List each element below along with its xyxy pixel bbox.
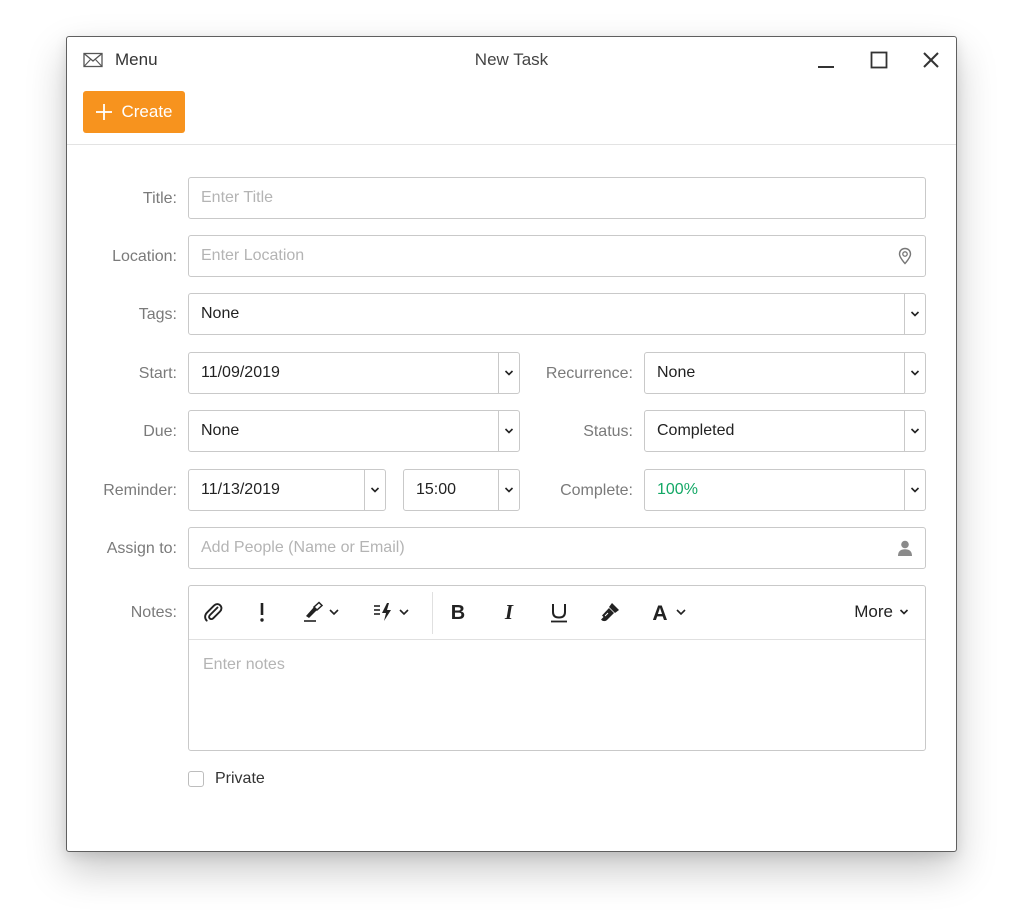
due-value: None (201, 422, 240, 439)
assign-field-box (188, 527, 926, 569)
title-bar: Menu New Task (67, 37, 956, 83)
tags-select[interactable]: None (188, 293, 926, 335)
svg-text:A: A (652, 602, 667, 623)
private-checkbox-row[interactable]: Private (188, 769, 265, 789)
new-task-window: Menu New Task Create Title: Location: Ta… (66, 36, 957, 852)
bold-button[interactable]: B (446, 598, 470, 626)
location-field-box (188, 235, 926, 277)
underline-icon (551, 604, 567, 623)
recurrence-value: None (657, 364, 696, 381)
notes-editor: B I A More Enter notes (188, 585, 926, 751)
status-value: Completed (657, 422, 735, 439)
tags-value: None (201, 305, 240, 322)
recurrence-label: Recurrence: (545, 365, 633, 382)
tags-label: Tags: (138, 306, 177, 323)
chevron-down-icon (899, 609, 909, 615)
close-icon (923, 52, 939, 68)
reminder-date-select[interactable]: 11/13/2019 (188, 469, 386, 511)
recurrence-dropdown-toggle[interactable] (904, 353, 925, 393)
maximize-icon (870, 51, 888, 69)
location-label: Location: (112, 248, 177, 265)
create-button[interactable]: Create (83, 91, 185, 133)
chevron-down-icon (910, 311, 920, 317)
complete-value: 100% (657, 481, 698, 498)
plus-icon (96, 104, 113, 120)
title-input[interactable] (201, 178, 889, 218)
paintbrush-icon (601, 603, 619, 622)
more-button[interactable]: More (854, 599, 909, 625)
chevron-down-icon (370, 487, 380, 493)
italic-icon: I (504, 601, 514, 623)
start-label: Start: (138, 365, 177, 382)
title-label: Title: (142, 190, 177, 207)
exclamation-icon (260, 603, 264, 622)
maximize-button[interactable] (866, 47, 892, 73)
clear-format-button[interactable] (597, 598, 623, 626)
reminder-label: Reminder: (103, 482, 177, 499)
status-select[interactable]: Completed (644, 410, 926, 452)
start-date-select[interactable]: 11/09/2019 (188, 352, 520, 394)
highlight-button[interactable] (302, 598, 344, 626)
italic-button[interactable]: I (497, 598, 521, 626)
bolt-list-icon (374, 603, 409, 621)
start-date-value: 11/09/2019 (201, 364, 280, 381)
reminder-time-value: 15:00 (416, 481, 457, 498)
complete-select[interactable]: 100% (644, 469, 926, 511)
chevron-down-icon (910, 487, 920, 493)
reminder-date-dropdown-toggle[interactable] (364, 470, 385, 510)
toolbar-separator (432, 592, 433, 634)
complete-dropdown-toggle[interactable] (904, 470, 925, 510)
tags-dropdown-toggle[interactable] (904, 294, 925, 334)
priority-button[interactable] (251, 598, 273, 626)
attach-button[interactable] (200, 598, 226, 626)
assign-input[interactable] (201, 528, 889, 568)
font-color-icon: A (652, 602, 686, 623)
status-dropdown-toggle[interactable] (904, 411, 925, 451)
minimize-icon (818, 66, 834, 68)
svg-text:I: I (504, 601, 514, 623)
format-list-button[interactable] (372, 598, 414, 626)
reminder-time-select[interactable]: 15:00 (403, 469, 520, 511)
location-pin-icon[interactable] (896, 247, 914, 265)
status-label: Status: (583, 423, 633, 440)
title-field-box (188, 177, 926, 219)
font-color-button[interactable]: A (649, 598, 691, 626)
more-label: More (854, 602, 893, 621)
location-input[interactable] (201, 236, 889, 276)
chevron-down-icon (910, 428, 920, 434)
svg-text:B: B (451, 602, 465, 623)
complete-label: Complete: (560, 482, 633, 499)
minimize-button[interactable] (813, 47, 839, 73)
due-select[interactable]: None (188, 410, 520, 452)
assign-label: Assign to: (106, 540, 177, 557)
bold-icon: B (451, 602, 465, 623)
notes-toolbar: B I A More (189, 586, 925, 640)
create-label: Create (121, 102, 173, 121)
notes-label: Notes: (130, 604, 177, 621)
highlighter-icon (304, 601, 339, 622)
person-icon[interactable] (896, 539, 914, 557)
underline-button[interactable] (547, 598, 571, 626)
recurrence-select[interactable]: None (644, 352, 926, 394)
reminder-date-value: 11/13/2019 (201, 481, 280, 498)
close-button[interactable] (918, 47, 944, 73)
private-checkbox[interactable] (188, 771, 204, 787)
toolbar-divider (67, 144, 956, 145)
private-label: Private (215, 770, 265, 787)
notes-textarea[interactable] (203, 656, 903, 736)
paperclip-icon (204, 603, 223, 622)
chevron-down-icon (910, 370, 920, 376)
due-label: Due: (143, 423, 177, 440)
